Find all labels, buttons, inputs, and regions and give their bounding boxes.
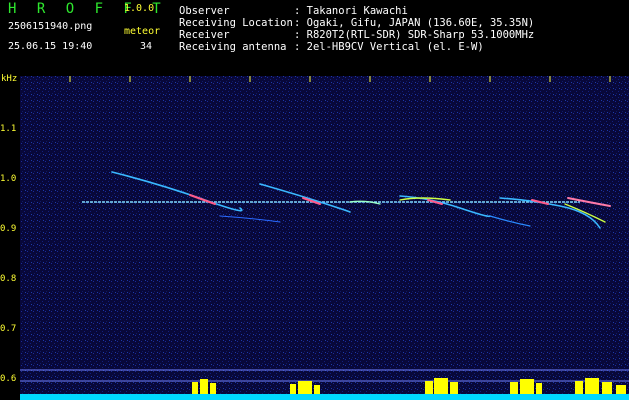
file-name: 2506151940.png	[8, 21, 93, 32]
spectrogram-svg	[20, 76, 629, 400]
meteor-count: 34	[140, 41, 153, 52]
info-value-receiver: : R820T2(RTL-SDR) SDR-Sharp 53.1000MHz	[294, 29, 535, 41]
level-baseline	[20, 394, 629, 400]
freq-label-0-6: 0.6	[0, 374, 17, 384]
info-label-location: Receiving Location	[179, 17, 293, 29]
freq-label-0-7: 0.7	[0, 324, 17, 334]
info-value-observer: : Takanori Kawachi	[294, 5, 408, 17]
freq-label-1-1: 1.1	[0, 124, 17, 134]
freq-label-0-9: 0.9	[0, 224, 17, 234]
info-label-antenna: Receiving antenna	[179, 41, 287, 53]
spectrogram-background	[20, 76, 629, 400]
frequency-unit-label: kHz	[1, 74, 18, 84]
freq-label-0-8: 0.8	[0, 274, 17, 284]
info-value-antenna: : 2el-HB9CV Vertical (el. E-W)	[294, 41, 484, 53]
app-version: 1.0.0	[124, 3, 155, 14]
header-panel: H R O F F T 1.0.0 2506151940.png meteor …	[0, 0, 629, 72]
spectrogram-panel	[20, 76, 629, 400]
date-time: 25.06.15 19:40	[8, 41, 93, 52]
freq-label-1-0: 1.0	[0, 174, 17, 184]
info-value-location: : Ogaki, Gifu, JAPAN (136.60E, 35.35N)	[294, 17, 535, 29]
meteor-label: meteor	[124, 26, 161, 37]
info-label-observer: Observer	[179, 5, 230, 17]
info-label-receiver: Receiver	[179, 29, 230, 41]
